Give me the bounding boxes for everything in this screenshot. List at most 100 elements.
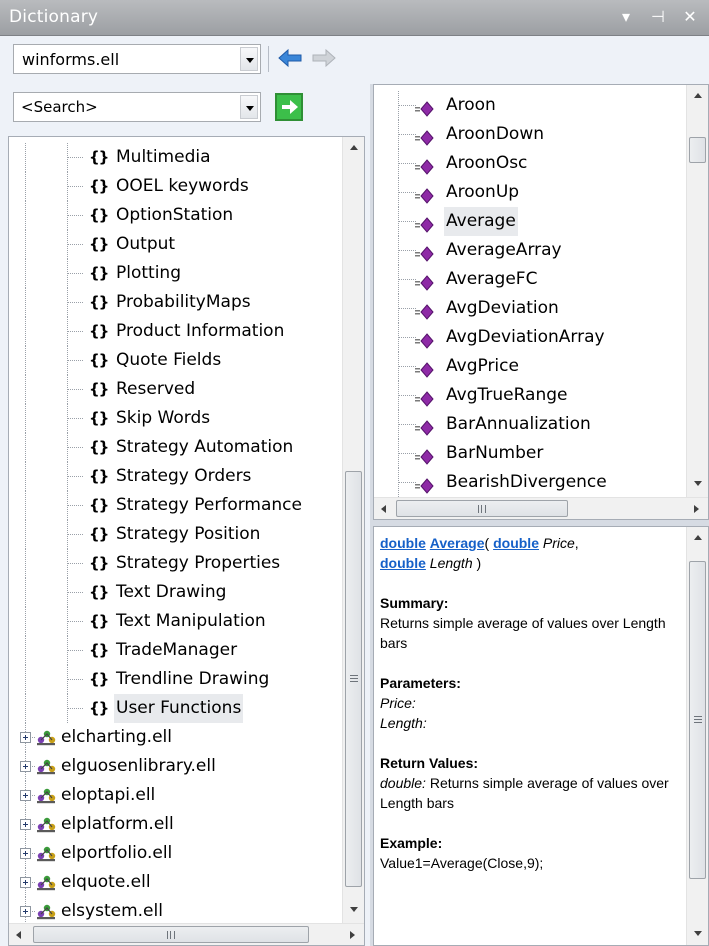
library-node[interactable]: elguosenlibrary.ell <box>9 752 339 781</box>
go-arrow-icon[interactable] <box>275 93 303 121</box>
expand-plus-icon[interactable] <box>20 732 31 743</box>
library-node-label: elsystem.ell <box>61 901 163 921</box>
param2-type-link[interactable]: double <box>380 555 426 571</box>
function-list-horizontal-scrollbar[interactable] <box>374 497 708 519</box>
tree-guide-line <box>25 665 26 694</box>
expand-plus-icon[interactable] <box>20 906 31 917</box>
library-node[interactable]: elportfolio.ell <box>9 839 339 868</box>
chevron-down-icon[interactable] <box>240 47 258 71</box>
scroll-left-arrow-icon[interactable] <box>9 924 29 945</box>
tree-item[interactable]: {} Product Information <box>9 317 339 346</box>
scroll-up-arrow-icon[interactable] <box>687 527 708 547</box>
tree-vertical-scrollbar[interactable] <box>342 137 364 923</box>
tree-item[interactable]: {} Strategy Automation <box>9 433 339 462</box>
tree-hscroll-thumb[interactable] <box>33 926 309 943</box>
scroll-right-arrow-icon[interactable] <box>342 924 362 945</box>
tree-guide-line <box>25 578 26 607</box>
library-node[interactable]: eloptapi.ell <box>9 781 339 810</box>
function-item[interactable]: AroonDown <box>374 120 684 149</box>
function-list-vertical-scrollbar[interactable] <box>686 85 708 497</box>
function-item[interactable]: AvgDeviation <box>374 294 684 323</box>
tree-item[interactable]: {} Strategy Properties <box>9 549 339 578</box>
tree-item[interactable]: {} Plotting <box>9 259 339 288</box>
expand-plus-icon[interactable] <box>20 761 31 772</box>
library-node[interactable]: elcharting.ell <box>9 723 339 752</box>
function-item[interactable]: BarNumber <box>374 439 684 468</box>
help-vertical-scrollbar[interactable] <box>686 527 708 945</box>
window-menu-dropdown-icon[interactable]: ▾ <box>616 6 636 28</box>
tree-item[interactable]: {} OptionStation <box>9 201 339 230</box>
tree-item[interactable]: {} Strategy Performance <box>9 491 339 520</box>
library-icon <box>35 843 57 863</box>
tree-item[interactable]: {} Strategy Orders <box>9 462 339 491</box>
scroll-left-arrow-icon[interactable] <box>374 498 394 519</box>
tree-horizontal-scrollbar[interactable] <box>9 923 364 945</box>
scroll-down-arrow-icon[interactable] <box>687 923 708 943</box>
function-item-label: BarAnnualization <box>446 414 591 434</box>
function-name-link[interactable]: Average <box>430 535 485 551</box>
return-type-link[interactable]: double <box>380 535 426 551</box>
function-item[interactable]: Average <box>374 207 684 236</box>
tree-item[interactable]: {} Strategy Position <box>9 520 339 549</box>
scroll-up-arrow-icon[interactable] <box>343 137 364 157</box>
scroll-up-arrow-icon[interactable] <box>687 85 708 105</box>
tree-item[interactable]: {} Trendline Drawing <box>9 665 339 694</box>
expand-plus-icon[interactable] <box>20 848 31 859</box>
scroll-right-arrow-icon[interactable] <box>686 498 706 519</box>
function-item[interactable]: AvgTrueRange <box>374 381 684 410</box>
tree-item[interactable]: {} Reserved <box>9 375 339 404</box>
function-item[interactable]: AverageFC <box>374 265 684 294</box>
close-icon[interactable]: ✕ <box>680 6 700 28</box>
chevron-down-icon[interactable] <box>240 95 258 119</box>
braces-icon: {} <box>89 583 109 601</box>
tree-item[interactable]: {} Multimedia <box>9 143 339 172</box>
scroll-down-arrow-icon[interactable] <box>687 473 708 493</box>
expand-plus-icon[interactable] <box>20 790 31 801</box>
function-icon <box>414 388 434 407</box>
scroll-down-arrow-icon[interactable] <box>343 899 364 919</box>
expand-plus-icon[interactable] <box>20 877 31 888</box>
function-item[interactable]: BarAnnualization <box>374 410 684 439</box>
tree-guide-line <box>25 491 26 520</box>
tree-item[interactable]: {} Quote Fields <box>9 346 339 375</box>
tree-item[interactable]: {} Output <box>9 230 339 259</box>
tree-scroll-thumb[interactable] <box>345 471 362 887</box>
tree-item[interactable]: {} Skip Words <box>9 404 339 433</box>
back-arrow-icon[interactable] <box>277 46 303 70</box>
tree-guide-line <box>67 186 83 187</box>
tree-item[interactable]: {} TradeManager <box>9 636 339 665</box>
function-item[interactable]: BearishDivergence <box>374 468 684 497</box>
function-item[interactable]: AvgPrice <box>374 352 684 381</box>
tree-item[interactable]: {} Text Drawing <box>9 578 339 607</box>
tree-item[interactable]: {} Text Manipulation <box>9 607 339 636</box>
summary-heading: Summary: <box>380 595 449 611</box>
library-node[interactable]: elquote.ell <box>9 868 339 897</box>
forward-arrow-icon[interactable] <box>311 46 337 70</box>
tree-item[interactable]: {} OOEL keywords <box>9 172 339 201</box>
function-item[interactable]: AverageArray <box>374 236 684 265</box>
function-item[interactable]: AroonOsc <box>374 149 684 178</box>
braces-icon: {} <box>89 641 109 659</box>
function-list[interactable]: Aroon AroonDown AroonOsc AroonUp Average Aver… <box>373 84 709 520</box>
library-node[interactable]: elplatform.ell <box>9 810 339 839</box>
return-values-text: double: Returns simple average of values… <box>380 773 676 813</box>
pin-icon[interactable]: ⊣ <box>648 6 668 28</box>
help-scroll-thumb[interactable] <box>689 561 706 879</box>
search-input[interactable]: <Search> <box>13 92 261 122</box>
function-item[interactable]: Aroon <box>374 91 684 120</box>
expand-plus-icon[interactable] <box>20 819 31 830</box>
function-icon <box>414 98 434 117</box>
tree-guide-line <box>25 172 26 201</box>
library-node[interactable]: elsystem.ell <box>9 897 339 926</box>
function-item[interactable]: AvgDeviationArray <box>374 323 684 352</box>
category-tree[interactable]: {} Multimedia {} OOEL keywords {} OptionStati… <box>8 136 365 946</box>
function-list-hscroll-thumb[interactable] <box>396 500 568 517</box>
tree-item-label: Strategy Orders <box>116 466 252 486</box>
tree-guide-line <box>25 143 26 172</box>
function-item[interactable]: AroonUp <box>374 178 684 207</box>
tree-item[interactable]: {} User Functions <box>9 694 339 723</box>
library-select[interactable]: winforms.ell <box>13 44 261 74</box>
function-list-scroll-thumb[interactable] <box>689 137 706 163</box>
param1-type-link[interactable]: double <box>493 535 539 551</box>
tree-item[interactable]: {} ProbabilityMaps <box>9 288 339 317</box>
